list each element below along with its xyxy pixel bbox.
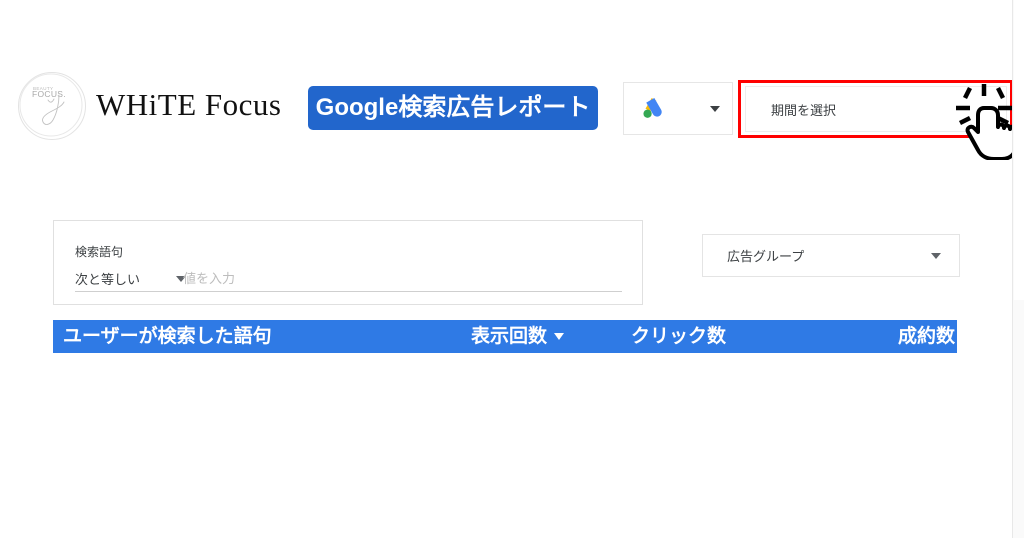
search-term-operator-value: 次と等しい [75,272,141,287]
search-term-filter-label: 検索語句 [75,245,124,259]
page-scrollbar-thumb[interactable] [1014,0,1024,300]
sort-descending-icon [554,333,565,340]
column-header-clicks[interactable]: クリック数 [631,320,726,353]
chevron-down-icon [931,252,941,259]
beauty-focus-circle-logo-icon: BEAUTY FOCUS. [18,72,86,140]
column-header-conversions[interactable]: 成約数 [898,320,955,353]
ad-group-select[interactable]: 広告グループ [702,234,960,277]
period-selector[interactable]: 期間を選択 [745,86,1007,132]
ad-group-select-label: 広告グループ [727,249,805,264]
search-term-filter-card: 検索語句 次と等しい [53,220,643,305]
report-title-badge: Google検索広告レポート [308,86,598,130]
column-header-conversions-label: 成約数 [897,326,955,347]
column-header-search-term[interactable]: ユーザーが検索した語句 [63,320,272,353]
brand-title: WHiTE Focus [96,87,282,122]
column-header-impressions-label: 表示回数 [471,326,548,347]
search-term-value-input[interactable] [179,266,622,292]
column-header-impressions[interactable]: 表示回数 [471,320,565,353]
column-header-clicks-label: クリック数 [631,326,727,347]
page-scrollbar-track[interactable] [1012,0,1024,538]
svg-text:FOCUS.: FOCUS. [32,89,66,99]
google-ads-account-selector[interactable] [623,82,733,135]
column-header-search-term-label: ユーザーが検索した語句 [63,326,272,347]
period-selector-label: 期間を選択 [771,102,837,118]
search-term-operator-select[interactable]: 次と等しい [75,266,190,292]
google-ads-icon [638,94,668,124]
chevron-down-icon [710,105,720,112]
results-table-header: ユーザーが検索した語句 表示回数 クリック数 成約数 [53,320,957,353]
